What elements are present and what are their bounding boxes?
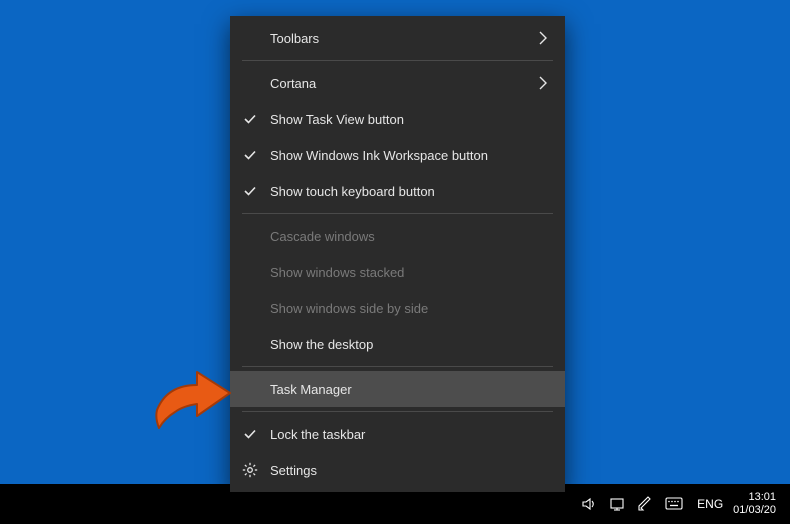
menu-separator bbox=[242, 60, 553, 61]
check-icon bbox=[230, 148, 270, 162]
menu-separator bbox=[242, 411, 553, 412]
menu-separator bbox=[242, 213, 553, 214]
gear-icon bbox=[230, 462, 270, 478]
menu-item-task-manager[interactable]: Task Manager bbox=[230, 371, 565, 407]
check-icon bbox=[230, 112, 270, 126]
check-icon bbox=[230, 184, 270, 198]
ink-workspace-icon[interactable] bbox=[637, 496, 653, 512]
clock[interactable]: 13:01 01/03/20 bbox=[729, 491, 782, 517]
menu-label-show-windows-side-by-side: Show windows side by side bbox=[270, 301, 551, 316]
chevron-right-icon bbox=[535, 76, 551, 90]
menu-label-task-manager: Task Manager bbox=[270, 382, 551, 397]
menu-item-show-touch-keyboard[interactable]: Show touch keyboard button bbox=[230, 173, 565, 209]
taskbar-context-menu: Toolbars Cortana Show Task View button S… bbox=[230, 16, 565, 492]
menu-item-cascade-windows: Cascade windows bbox=[230, 218, 565, 254]
menu-label-show-windows-stacked: Show windows stacked bbox=[270, 265, 551, 280]
system-tray bbox=[581, 496, 691, 512]
menu-item-lock-the-taskbar[interactable]: Lock the taskbar bbox=[230, 416, 565, 452]
menu-item-show-windows-stacked: Show windows stacked bbox=[230, 254, 565, 290]
desktop: Toolbars Cortana Show Task View button S… bbox=[0, 0, 790, 524]
menu-label-cascade-windows: Cascade windows bbox=[270, 229, 551, 244]
clock-date: 01/03/20 bbox=[733, 504, 776, 517]
menu-item-settings[interactable]: Settings bbox=[230, 452, 565, 488]
menu-label-lock-the-taskbar: Lock the taskbar bbox=[270, 427, 551, 442]
language-indicator[interactable]: ENG bbox=[691, 497, 729, 511]
menu-label-show-the-desktop: Show the desktop bbox=[270, 337, 551, 352]
menu-label-toolbars: Toolbars bbox=[270, 31, 535, 46]
menu-label-settings: Settings bbox=[270, 463, 551, 478]
arrow-callout-icon bbox=[145, 368, 240, 443]
menu-item-show-task-view[interactable]: Show Task View button bbox=[230, 101, 565, 137]
chevron-right-icon bbox=[535, 31, 551, 45]
menu-label-show-touch-keyboard: Show touch keyboard button bbox=[270, 184, 551, 199]
menu-label-show-task-view: Show Task View button bbox=[270, 112, 551, 127]
menu-separator bbox=[242, 366, 553, 367]
menu-item-show-the-desktop[interactable]: Show the desktop bbox=[230, 326, 565, 362]
volume-icon[interactable] bbox=[581, 496, 597, 512]
clock-time: 13:01 bbox=[748, 491, 776, 504]
menu-item-show-windows-side-by-side: Show windows side by side bbox=[230, 290, 565, 326]
menu-item-cortana[interactable]: Cortana bbox=[230, 65, 565, 101]
menu-item-show-ink-workspace[interactable]: Show Windows Ink Workspace button bbox=[230, 137, 565, 173]
network-icon[interactable] bbox=[609, 496, 625, 512]
menu-label-cortana: Cortana bbox=[270, 76, 535, 91]
menu-item-toolbars[interactable]: Toolbars bbox=[230, 20, 565, 56]
menu-label-show-ink-workspace: Show Windows Ink Workspace button bbox=[270, 148, 551, 163]
touch-keyboard-icon[interactable] bbox=[665, 497, 683, 511]
